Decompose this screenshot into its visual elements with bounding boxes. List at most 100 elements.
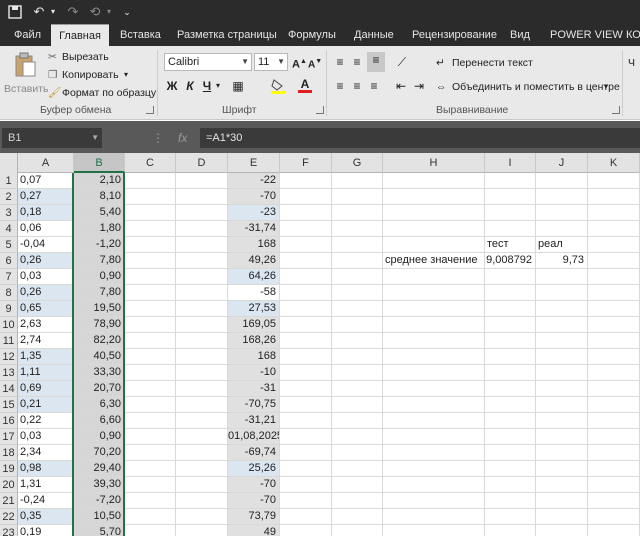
redo-icon[interactable]: ↷ <box>64 2 82 22</box>
cell-h[interactable] <box>383 429 485 445</box>
cell-a[interactable]: 2,74 <box>18 333 74 349</box>
cell-c[interactable] <box>125 349 176 365</box>
cell-c[interactable] <box>125 269 176 285</box>
cell-e[interactable]: -10 <box>228 365 280 381</box>
cell-k[interactable] <box>588 269 640 285</box>
cell-a[interactable]: 1,11 <box>18 365 74 381</box>
cell-h[interactable] <box>383 205 485 221</box>
cell-j[interactable] <box>536 269 588 285</box>
cell-a[interactable]: -0,04 <box>18 237 74 253</box>
cell-i[interactable] <box>485 429 536 445</box>
cell-k[interactable] <box>588 237 640 253</box>
cell-j[interactable] <box>536 173 588 189</box>
cell-c[interactable] <box>125 413 176 429</box>
cell-i[interactable] <box>485 381 536 397</box>
cell-k[interactable] <box>588 413 640 429</box>
cell-i[interactable] <box>485 173 536 189</box>
borders-icon[interactable]: ▦ <box>230 78 246 94</box>
align-top-icon[interactable]: ≡ <box>333 54 347 70</box>
row-header[interactable]: 15 <box>0 397 18 413</box>
select-all-corner[interactable] <box>0 153 18 173</box>
cell-d[interactable] <box>176 509 228 525</box>
cell-e[interactable]: -58 <box>228 285 280 301</box>
cell-h[interactable] <box>383 397 485 413</box>
cell-k[interactable] <box>588 253 640 269</box>
cell-d[interactable] <box>176 301 228 317</box>
align-middle-icon[interactable]: ≡ <box>350 54 364 70</box>
cell-j[interactable] <box>536 493 588 509</box>
cell-b[interactable]: -1,20 <box>74 237 125 253</box>
cell-k[interactable] <box>588 301 640 317</box>
cell-i[interactable] <box>485 397 536 413</box>
cell-j[interactable] <box>536 461 588 477</box>
cell-b[interactable]: 2,10 <box>74 173 125 189</box>
cell-i[interactable] <box>485 301 536 317</box>
row-header[interactable]: 8 <box>0 285 18 301</box>
cell-h[interactable] <box>383 317 485 333</box>
cell-g[interactable] <box>332 493 383 509</box>
cell-e[interactable]: -31 <box>228 381 280 397</box>
insert-function-icon[interactable]: fx <box>178 128 187 148</box>
tab-file[interactable]: Файл <box>14 24 44 46</box>
cell-i[interactable] <box>485 461 536 477</box>
cell-e[interactable]: 168 <box>228 349 280 365</box>
cell-j[interactable] <box>536 221 588 237</box>
cell-c[interactable] <box>125 253 176 269</box>
row-header[interactable]: 20 <box>0 477 18 493</box>
cell-h[interactable] <box>383 221 485 237</box>
cell-e[interactable]: -69,74 <box>228 445 280 461</box>
cell-g[interactable] <box>332 237 383 253</box>
align-right-icon[interactable]: ≡ <box>367 78 381 94</box>
customize-icon[interactable]: ⟲ <box>86 2 104 22</box>
cell-a[interactable]: 0,65 <box>18 301 74 317</box>
cell-i[interactable]: тест <box>485 237 536 253</box>
undo-dropdown-icon[interactable]: ▾ <box>48 2 58 22</box>
column-header-h[interactable]: H <box>383 153 485 173</box>
row-header[interactable]: 10 <box>0 317 18 333</box>
cell-f[interactable] <box>280 429 332 445</box>
tab-more[interactable]: КО <box>626 24 640 46</box>
cell-b[interactable]: 5,70 <box>74 525 125 536</box>
cell-a[interactable]: 0,98 <box>18 461 74 477</box>
cell-j[interactable]: 9,73 <box>536 253 588 269</box>
italic-button[interactable]: К <box>184 78 196 94</box>
cell-g[interactable] <box>332 317 383 333</box>
cell-c[interactable] <box>125 205 176 221</box>
row-header[interactable]: 1 <box>0 173 18 189</box>
align-center-icon[interactable]: ≡ <box>350 78 364 94</box>
merge-dropdown-icon[interactable]: ▾ <box>604 80 608 94</box>
cell-c[interactable] <box>125 461 176 477</box>
cell-e[interactable]: 25,26 <box>228 461 280 477</box>
cell-c[interactable] <box>125 477 176 493</box>
cell-b[interactable]: 70,20 <box>74 445 125 461</box>
row-header[interactable]: 11 <box>0 333 18 349</box>
align-left-icon[interactable]: ≡ <box>333 78 347 94</box>
cell-d[interactable] <box>176 253 228 269</box>
cell-i[interactable] <box>485 493 536 509</box>
cell-d[interactable] <box>176 349 228 365</box>
row-header[interactable]: 13 <box>0 365 18 381</box>
cell-e[interactable]: 169,05 <box>228 317 280 333</box>
cell-i[interactable] <box>485 317 536 333</box>
cell-i[interactable] <box>485 525 536 536</box>
font-size-select[interactable]: 11 ▼ <box>254 53 288 71</box>
cell-c[interactable] <box>125 429 176 445</box>
cell-k[interactable] <box>588 365 640 381</box>
cell-a[interactable]: 1,31 <box>18 477 74 493</box>
cell-i[interactable] <box>485 477 536 493</box>
cell-a[interactable]: 0,69 <box>18 381 74 397</box>
row-header[interactable]: 12 <box>0 349 18 365</box>
cell-f[interactable] <box>280 445 332 461</box>
cell-k[interactable] <box>588 429 640 445</box>
cell-h[interactable] <box>383 333 485 349</box>
cell-a[interactable]: 0,07 <box>18 173 74 189</box>
row-header[interactable]: 9 <box>0 301 18 317</box>
fill-color-icon[interactable] <box>270 78 286 98</box>
cell-h[interactable] <box>383 285 485 301</box>
cell-k[interactable] <box>588 333 640 349</box>
cell-k[interactable] <box>588 285 640 301</box>
cell-a[interactable]: 0,18 <box>18 205 74 221</box>
cell-j[interactable] <box>536 301 588 317</box>
cell-f[interactable] <box>280 525 332 536</box>
cell-g[interactable] <box>332 173 383 189</box>
